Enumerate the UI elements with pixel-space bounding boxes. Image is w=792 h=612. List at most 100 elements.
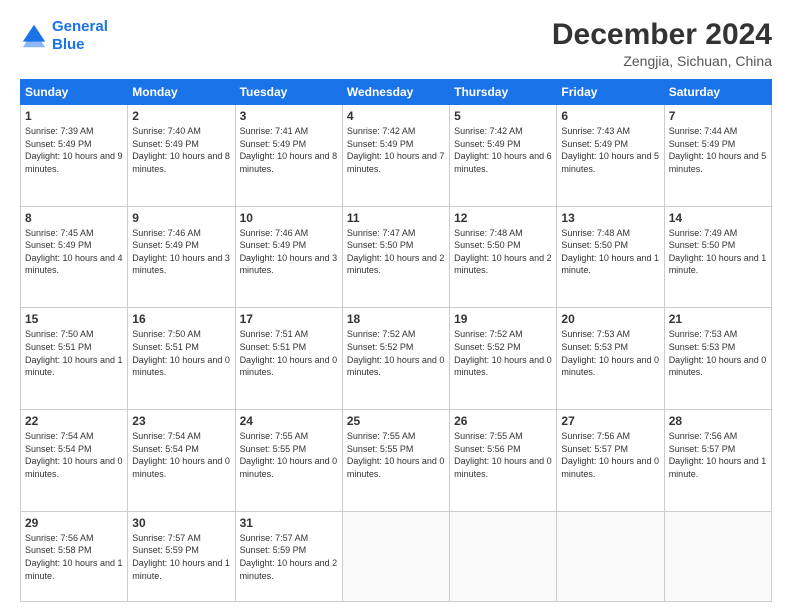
logo-icon	[20, 22, 48, 50]
calendar-cell	[557, 511, 664, 601]
calendar-cell: 17 Sunrise: 7:51 AMSunset: 5:51 PMDaylig…	[235, 308, 342, 410]
weekday-header: Sunday	[21, 80, 128, 105]
weekday-header: Tuesday	[235, 80, 342, 105]
day-info: Sunrise: 7:54 AMSunset: 5:54 PMDaylight:…	[132, 430, 230, 480]
day-info: Sunrise: 7:54 AMSunset: 5:54 PMDaylight:…	[25, 430, 123, 480]
day-number: 4	[347, 109, 445, 123]
day-info: Sunrise: 7:46 AMSunset: 5:49 PMDaylight:…	[132, 227, 230, 277]
day-info: Sunrise: 7:43 AMSunset: 5:49 PMDaylight:…	[561, 125, 659, 175]
day-info: Sunrise: 7:55 AMSunset: 5:55 PMDaylight:…	[347, 430, 445, 480]
day-number: 18	[347, 312, 445, 326]
day-info: Sunrise: 7:51 AMSunset: 5:51 PMDaylight:…	[240, 328, 338, 378]
day-number: 16	[132, 312, 230, 326]
calendar-cell: 10 Sunrise: 7:46 AMSunset: 5:49 PMDaylig…	[235, 206, 342, 308]
day-number: 10	[240, 211, 338, 225]
calendar-cell: 22 Sunrise: 7:54 AMSunset: 5:54 PMDaylig…	[21, 410, 128, 512]
calendar-cell: 8 Sunrise: 7:45 AMSunset: 5:49 PMDayligh…	[21, 206, 128, 308]
day-number: 8	[25, 211, 123, 225]
day-info: Sunrise: 7:45 AMSunset: 5:49 PMDaylight:…	[25, 227, 123, 277]
day-number: 14	[669, 211, 767, 225]
calendar-cell: 1 Sunrise: 7:39 AMSunset: 5:49 PMDayligh…	[21, 105, 128, 207]
calendar-cell: 6 Sunrise: 7:43 AMSunset: 5:49 PMDayligh…	[557, 105, 664, 207]
logo-line2: Blue	[52, 36, 85, 53]
day-number: 23	[132, 414, 230, 428]
day-info: Sunrise: 7:56 AMSunset: 5:58 PMDaylight:…	[25, 532, 123, 582]
day-number: 13	[561, 211, 659, 225]
logo-line1: General	[52, 18, 108, 35]
day-number: 3	[240, 109, 338, 123]
day-info: Sunrise: 7:47 AMSunset: 5:50 PMDaylight:…	[347, 227, 445, 277]
day-info: Sunrise: 7:53 AMSunset: 5:53 PMDaylight:…	[669, 328, 767, 378]
calendar-cell: 9 Sunrise: 7:46 AMSunset: 5:49 PMDayligh…	[128, 206, 235, 308]
day-number: 31	[240, 516, 338, 530]
day-number: 5	[454, 109, 552, 123]
calendar-cell: 19 Sunrise: 7:52 AMSunset: 5:52 PMDaylig…	[450, 308, 557, 410]
calendar-cell: 21 Sunrise: 7:53 AMSunset: 5:53 PMDaylig…	[664, 308, 771, 410]
day-info: Sunrise: 7:55 AMSunset: 5:56 PMDaylight:…	[454, 430, 552, 480]
day-info: Sunrise: 7:53 AMSunset: 5:53 PMDaylight:…	[561, 328, 659, 378]
day-info: Sunrise: 7:42 AMSunset: 5:49 PMDaylight:…	[454, 125, 552, 175]
calendar-cell: 20 Sunrise: 7:53 AMSunset: 5:53 PMDaylig…	[557, 308, 664, 410]
day-info: Sunrise: 7:52 AMSunset: 5:52 PMDaylight:…	[347, 328, 445, 378]
header: General Blue December 2024 Zengjia, Sich…	[20, 18, 772, 69]
subtitle: Zengjia, Sichuan, China	[552, 53, 772, 69]
main-title: December 2024	[552, 18, 772, 51]
day-number: 15	[25, 312, 123, 326]
calendar-table: SundayMondayTuesdayWednesdayThursdayFrid…	[20, 79, 772, 602]
weekday-header: Monday	[128, 80, 235, 105]
calendar-cell: 30 Sunrise: 7:57 AMSunset: 5:59 PMDaylig…	[128, 511, 235, 601]
logo: General Blue	[20, 18, 108, 54]
day-number: 22	[25, 414, 123, 428]
calendar-cell: 11 Sunrise: 7:47 AMSunset: 5:50 PMDaylig…	[342, 206, 449, 308]
weekday-header: Saturday	[664, 80, 771, 105]
day-number: 12	[454, 211, 552, 225]
calendar-cell: 4 Sunrise: 7:42 AMSunset: 5:49 PMDayligh…	[342, 105, 449, 207]
day-info: Sunrise: 7:50 AMSunset: 5:51 PMDaylight:…	[132, 328, 230, 378]
calendar-cell: 2 Sunrise: 7:40 AMSunset: 5:49 PMDayligh…	[128, 105, 235, 207]
day-number: 20	[561, 312, 659, 326]
page: General Blue December 2024 Zengjia, Sich…	[0, 0, 792, 612]
weekday-header: Friday	[557, 80, 664, 105]
day-number: 6	[561, 109, 659, 123]
calendar-cell: 18 Sunrise: 7:52 AMSunset: 5:52 PMDaylig…	[342, 308, 449, 410]
calendar-cell: 31 Sunrise: 7:57 AMSunset: 5:59 PMDaylig…	[235, 511, 342, 601]
calendar-cell: 16 Sunrise: 7:50 AMSunset: 5:51 PMDaylig…	[128, 308, 235, 410]
day-info: Sunrise: 7:44 AMSunset: 5:49 PMDaylight:…	[669, 125, 767, 175]
calendar-cell	[664, 511, 771, 601]
day-number: 2	[132, 109, 230, 123]
day-number: 11	[347, 211, 445, 225]
calendar-cell: 3 Sunrise: 7:41 AMSunset: 5:49 PMDayligh…	[235, 105, 342, 207]
calendar-cell: 28 Sunrise: 7:56 AMSunset: 5:57 PMDaylig…	[664, 410, 771, 512]
calendar-cell: 25 Sunrise: 7:55 AMSunset: 5:55 PMDaylig…	[342, 410, 449, 512]
day-info: Sunrise: 7:42 AMSunset: 5:49 PMDaylight:…	[347, 125, 445, 175]
day-number: 9	[132, 211, 230, 225]
day-info: Sunrise: 7:46 AMSunset: 5:49 PMDaylight:…	[240, 227, 338, 277]
calendar-cell: 5 Sunrise: 7:42 AMSunset: 5:49 PMDayligh…	[450, 105, 557, 207]
day-info: Sunrise: 7:52 AMSunset: 5:52 PMDaylight:…	[454, 328, 552, 378]
day-info: Sunrise: 7:48 AMSunset: 5:50 PMDaylight:…	[454, 227, 552, 277]
day-number: 25	[347, 414, 445, 428]
calendar-cell: 23 Sunrise: 7:54 AMSunset: 5:54 PMDaylig…	[128, 410, 235, 512]
calendar-cell: 13 Sunrise: 7:48 AMSunset: 5:50 PMDaylig…	[557, 206, 664, 308]
day-number: 7	[669, 109, 767, 123]
day-info: Sunrise: 7:56 AMSunset: 5:57 PMDaylight:…	[669, 430, 767, 480]
calendar-cell: 24 Sunrise: 7:55 AMSunset: 5:55 PMDaylig…	[235, 410, 342, 512]
weekday-header: Wednesday	[342, 80, 449, 105]
calendar-cell: 7 Sunrise: 7:44 AMSunset: 5:49 PMDayligh…	[664, 105, 771, 207]
day-number: 28	[669, 414, 767, 428]
day-number: 1	[25, 109, 123, 123]
day-number: 30	[132, 516, 230, 530]
calendar-cell: 14 Sunrise: 7:49 AMSunset: 5:50 PMDaylig…	[664, 206, 771, 308]
day-info: Sunrise: 7:41 AMSunset: 5:49 PMDaylight:…	[240, 125, 338, 175]
title-block: December 2024 Zengjia, Sichuan, China	[552, 18, 772, 69]
day-number: 17	[240, 312, 338, 326]
day-info: Sunrise: 7:50 AMSunset: 5:51 PMDaylight:…	[25, 328, 123, 378]
calendar-cell: 15 Sunrise: 7:50 AMSunset: 5:51 PMDaylig…	[21, 308, 128, 410]
day-number: 26	[454, 414, 552, 428]
day-number: 29	[25, 516, 123, 530]
calendar-cell: 26 Sunrise: 7:55 AMSunset: 5:56 PMDaylig…	[450, 410, 557, 512]
calendar-cell: 29 Sunrise: 7:56 AMSunset: 5:58 PMDaylig…	[21, 511, 128, 601]
day-number: 24	[240, 414, 338, 428]
day-info: Sunrise: 7:49 AMSunset: 5:50 PMDaylight:…	[669, 227, 767, 277]
calendar-cell: 27 Sunrise: 7:56 AMSunset: 5:57 PMDaylig…	[557, 410, 664, 512]
